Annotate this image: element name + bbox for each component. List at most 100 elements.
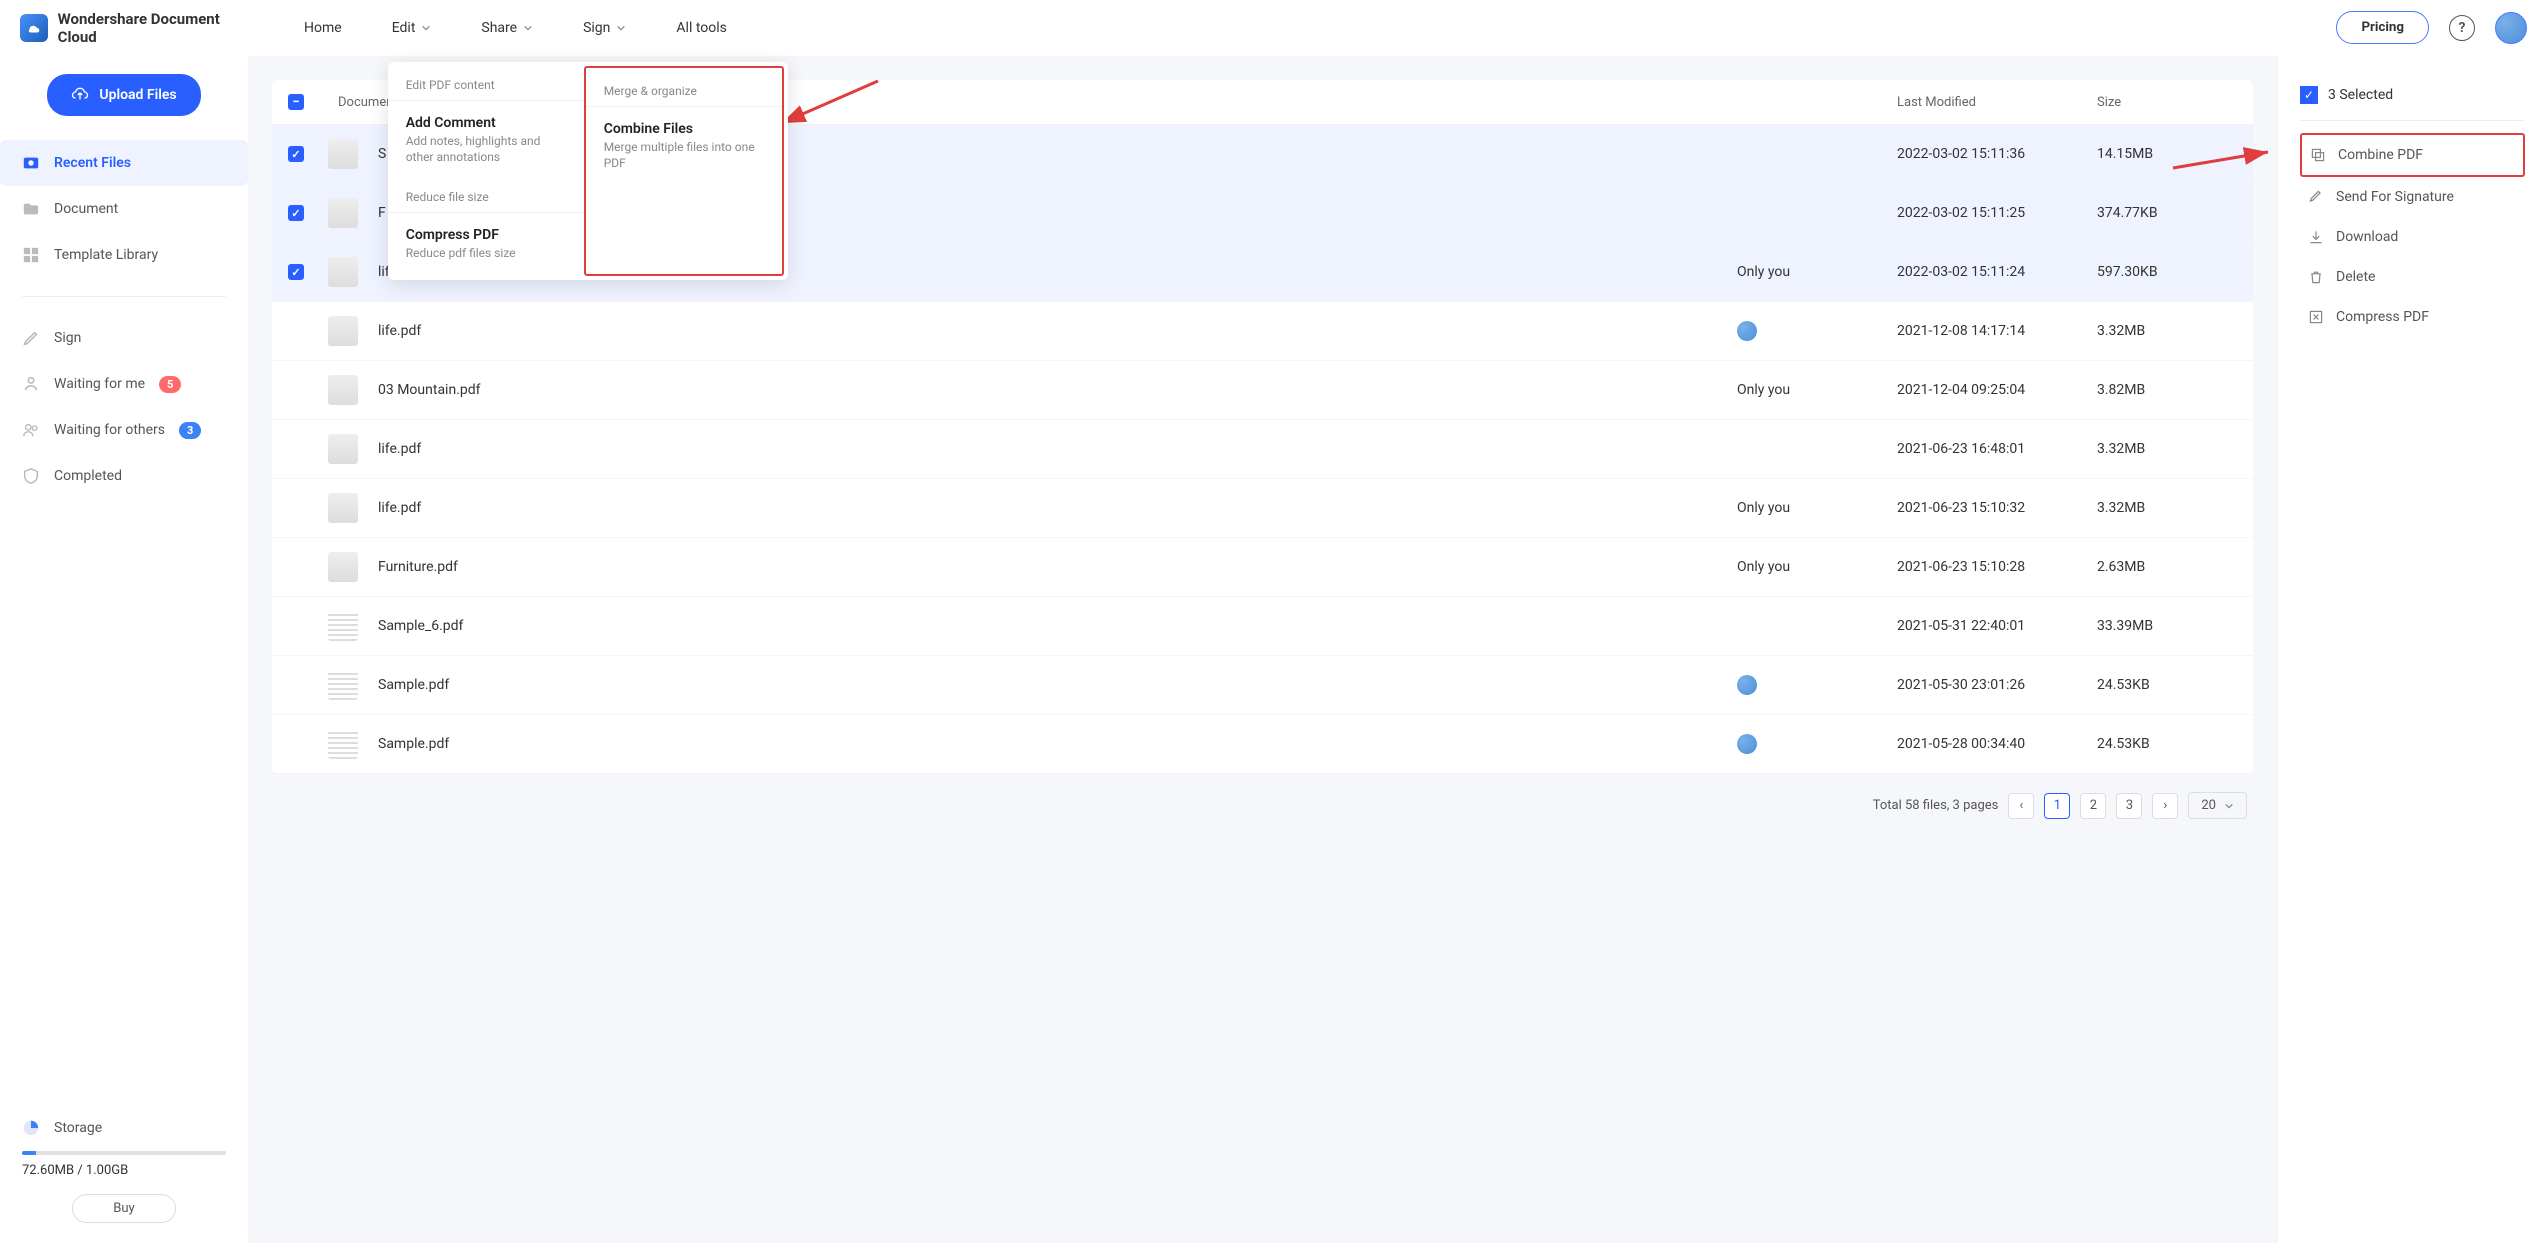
sidebar-template-library[interactable]: Template Library	[0, 232, 248, 278]
file-name: life.pdf	[378, 323, 1737, 339]
signature-icon	[2308, 189, 2324, 205]
col-size[interactable]: Size	[2097, 95, 2237, 110]
chevron-down-icon	[523, 23, 533, 33]
file-shared: Only you	[1737, 559, 1897, 575]
file-modified: 2021-06-23 16:48:01	[1897, 441, 2097, 457]
sidebar-waiting-me-label: Waiting for me	[54, 376, 145, 392]
file-name: life.pdf	[378, 441, 1737, 457]
selection-count: 3 Selected	[2328, 87, 2393, 103]
action-send-signature[interactable]: Send For Signature	[2300, 177, 2525, 217]
pagination: Total 58 files, 3 pages ‹ 1 2 3 › 20	[248, 774, 2277, 837]
chevron-down-icon	[2224, 801, 2234, 811]
file-size: 3.32MB	[2097, 500, 2237, 516]
page-1[interactable]: 1	[2044, 793, 2070, 819]
file-modified: 2021-05-30 23:01:26	[1897, 677, 2097, 693]
page-prev[interactable]: ‹	[2008, 793, 2034, 819]
nav-share[interactable]: Share	[477, 14, 537, 42]
sidebar-waiting-for-me[interactable]: Waiting for me 5	[0, 361, 248, 407]
page-next[interactable]: ›	[2152, 793, 2178, 819]
table-row[interactable]: Sample_6.pdf2021-05-31 22:40:0133.39MB	[272, 597, 2253, 656]
pen-icon	[22, 329, 40, 347]
selection-header: ✓ 3 Selected	[2300, 86, 2525, 121]
table-row[interactable]: Sample.pdf2021-05-30 23:01:2624.53KB	[272, 656, 2253, 715]
table-row[interactable]: 03 Mountain.pdfOnly you2021-12-04 09:25:…	[272, 361, 2253, 420]
buy-button[interactable]: Buy	[72, 1194, 175, 1223]
nav-sign-label: Sign	[583, 20, 610, 36]
waiting-me-badge: 5	[159, 376, 181, 393]
page-3[interactable]: 3	[2116, 793, 2142, 819]
file-name: Sample_6.pdf	[378, 618, 1737, 634]
nav-sign[interactable]: Sign	[579, 14, 630, 42]
action-send-sig-label: Send For Signature	[2336, 189, 2454, 205]
sidebar-document[interactable]: Document	[0, 186, 248, 232]
user-avatar[interactable]	[2495, 12, 2527, 44]
table-row[interactable]: life.pdf2021-06-23 16:48:013.32MB	[272, 420, 2253, 479]
table-row[interactable]: Furniture.pdfOnly you2021-06-23 15:10:28…	[272, 538, 2253, 597]
nav-edit-label: Edit	[392, 20, 416, 36]
sidebar-completed[interactable]: Completed	[0, 453, 248, 499]
file-modified: 2021-12-08 14:17:14	[1897, 323, 2097, 339]
dropdown-combine-title: Combine Files	[604, 121, 764, 137]
storage-text: 72.60MB / 1.00GB	[22, 1163, 226, 1178]
nav-edit[interactable]: Edit Edit PDF content Add Comment Add no…	[388, 14, 436, 42]
file-size: 2.63MB	[2097, 559, 2237, 575]
header: Wondershare Document Cloud Home Edit Edi…	[0, 0, 2547, 56]
page-size-select[interactable]: 20	[2188, 792, 2247, 819]
file-size: 14.15MB	[2097, 146, 2237, 162]
table-row[interactable]: life.pdf2021-12-08 14:17:143.32MB	[272, 302, 2253, 361]
shared-text: Only you	[1737, 559, 1790, 575]
page-2[interactable]: 2	[2080, 793, 2106, 819]
file-modified: 2022-03-02 15:11:25	[1897, 205, 2097, 221]
divider	[22, 296, 226, 297]
file-name: Sample.pdf	[378, 736, 1737, 752]
storage-section: Storage 72.60MB / 1.00GB Buy	[0, 1105, 248, 1243]
sidebar-recent-files[interactable]: Recent Files	[0, 140, 248, 186]
sidebar-recent-label: Recent Files	[54, 155, 131, 171]
dropdown-combine-desc: Merge multiple files into one PDF	[604, 139, 764, 173]
sidebar-waiting-for-others[interactable]: Waiting for others 3	[0, 407, 248, 453]
file-name: life.pdf	[378, 500, 1737, 516]
table-row[interactable]: life.pdfOnly you2021-06-23 15:10:323.32M…	[272, 479, 2253, 538]
table-row[interactable]: Sample.pdf2021-05-28 00:34:4024.53KB	[272, 715, 2253, 774]
file-thumbnail	[328, 375, 358, 405]
sidebar-template-label: Template Library	[54, 247, 158, 263]
action-combine-pdf[interactable]: Combine PDF	[2300, 133, 2525, 177]
dropdown-add-comment[interactable]: Add Comment Add notes, highlights and ot…	[388, 107, 584, 175]
select-all-checkbox[interactable]	[288, 94, 304, 110]
file-modified: 2022-03-02 15:11:36	[1897, 146, 2097, 162]
col-modified[interactable]: Last Modified	[1897, 95, 2097, 110]
pricing-button[interactable]: Pricing	[2336, 11, 2429, 44]
action-compress-pdf[interactable]: Compress PDF	[2300, 297, 2525, 337]
row-checkbox[interactable]	[288, 146, 304, 162]
dropdown-col-edit: Edit PDF content Add Comment Add notes, …	[388, 62, 584, 280]
sidebar: Upload Files Recent Files Document Templ…	[0, 56, 248, 1243]
nav-all-tools[interactable]: All tools	[672, 14, 730, 42]
row-checkbox[interactable]	[288, 205, 304, 221]
person-icon	[22, 375, 40, 393]
file-thumbnail	[328, 493, 358, 523]
shared-avatar	[1737, 321, 1757, 341]
storage-label: Storage	[54, 1120, 102, 1136]
file-size: 33.39MB	[2097, 618, 2237, 634]
help-button[interactable]: ?	[2449, 15, 2475, 41]
sidebar-completed-label: Completed	[54, 468, 122, 484]
shared-text: Only you	[1737, 382, 1790, 398]
action-download[interactable]: Download	[2300, 217, 2525, 257]
selection-panel: ✓ 3 Selected Combine PDF Send For Signat…	[2277, 56, 2547, 1243]
selection-checkbox[interactable]: ✓	[2300, 86, 2318, 104]
upload-files-button[interactable]: Upload Files	[47, 74, 200, 116]
file-size: 374.77KB	[2097, 205, 2237, 221]
sidebar-sign[interactable]: Sign	[0, 315, 248, 361]
file-name: Furniture.pdf	[378, 559, 1737, 575]
dropdown-add-comment-title: Add Comment	[406, 115, 566, 131]
dropdown-combine-files[interactable]: Combine Files Merge multiple files into …	[586, 113, 782, 181]
nav-home-label: Home	[304, 20, 342, 36]
action-delete[interactable]: Delete	[2300, 257, 2525, 297]
nav-all-tools-label: All tools	[676, 20, 726, 36]
row-checkbox[interactable]	[288, 264, 304, 280]
nav-home[interactable]: Home	[300, 14, 346, 42]
dropdown-compress-pdf[interactable]: Compress PDF Reduce pdf files size	[388, 219, 584, 270]
file-thumbnail	[328, 316, 358, 346]
shared-avatar	[1737, 675, 1757, 695]
file-shared: Only you	[1737, 264, 1897, 280]
